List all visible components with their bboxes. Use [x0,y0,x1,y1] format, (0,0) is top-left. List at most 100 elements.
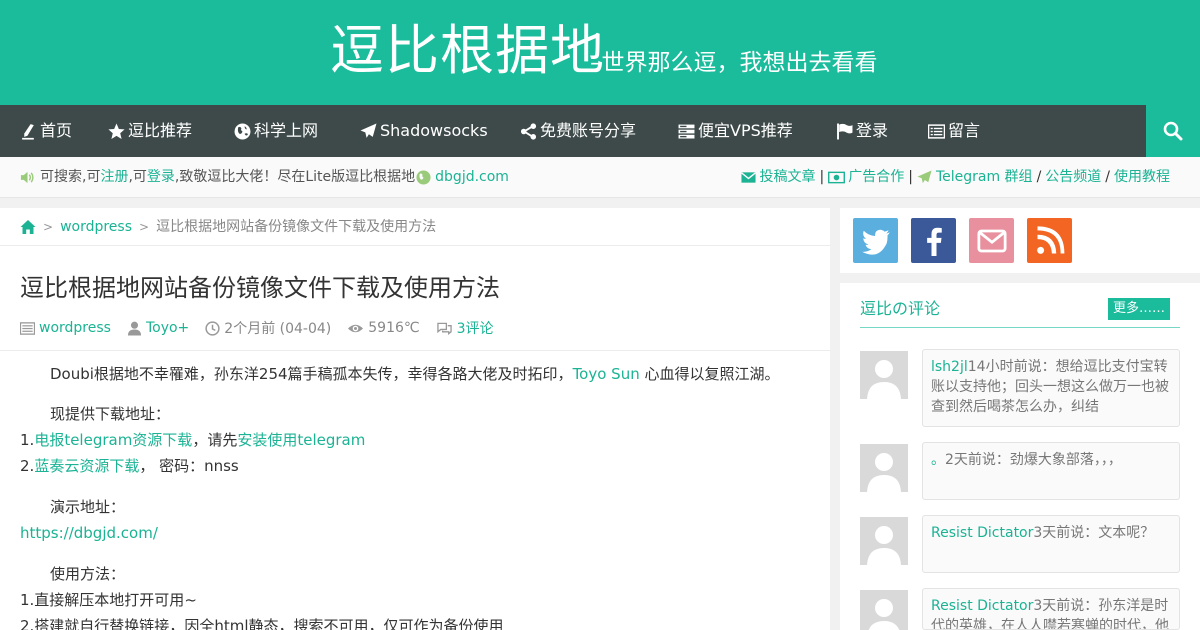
breadcrumb: > wordpress > 逗比根据地网站备份镜像文件下载及使用方法 [20,208,436,246]
paper-plane-icon [917,170,932,184]
money-icon [828,171,846,184]
nav-item-recommend[interactable]: 逗比推荐 [108,105,192,157]
twitter-button[interactable] [853,218,898,263]
divider [0,245,830,246]
article-panel: > wordpress > 逗比根据地网站备份镜像文件下载及使用方法 逗比根据地… [0,208,830,630]
envelope-icon [977,229,1006,252]
demo-url-link[interactable]: https://dbgjd.com/ [20,524,158,542]
site-header: 逗比根据地 –世界那么逗，我想出去看看 [0,0,1200,105]
twitter-icon [861,229,890,255]
telegram-download-link[interactable]: 电报telegram资源下载 [34,431,192,449]
server-icon [678,124,695,139]
toyo-sun-link[interactable]: Toyo Sun [573,365,640,383]
default-avatar-icon [860,517,908,565]
facebook-button[interactable] [911,218,956,263]
notice-bar: 可搜索,可 注册 ,可 登录 ,致敬逗比大佬！尽在Lite版逗比根据地 dbgj… [0,157,1200,198]
site-title[interactable]: 逗比根据地 [330,18,605,84]
comment-text: 2天前说：劲爆大象部落，，， [945,452,1122,468]
default-avatar-icon [860,351,908,399]
breadcrumb-separator: > [43,220,54,234]
comment-author[interactable]: lsh2jl [931,359,968,375]
avatar [860,351,908,399]
nav-label: 逗比推荐 [128,121,193,140]
usage-item: 1.直接解压本地打开可用~ [20,591,197,609]
avatar [860,590,908,630]
facebook-icon [926,227,942,256]
notice-text: 可搜索,可 [40,169,101,185]
download-item: 2.蓝奏云资源下载， 密码：nnss [20,454,239,478]
flag-icon [837,123,853,139]
text: 心血得以复照江湖。 [639,365,780,383]
nav-label: 登录 [856,121,889,140]
register-link[interactable]: 注册 [100,157,128,198]
globe-icon [416,170,431,185]
clock-icon [205,320,220,336]
paragraph: 现提供下载地址： [50,405,171,423]
notice-text: ,致敬逗比大佬！尽在Lite版逗比根据地 [174,169,416,185]
comment-bubble[interactable]: lsh2jl14小时前说：想给逗比支付宝转账以支持他；回头一想这么做万一也被查到… [922,349,1180,427]
avatar [860,517,908,565]
text: ， 密码：nnss [139,457,239,475]
nav-item-home[interactable]: 首页 [20,105,72,157]
nav-item-vps[interactable]: 便宜VPS推荐 [678,105,793,157]
breadcrumb-separator: > [139,220,150,234]
user-icon [127,321,142,336]
post-views: 5916℃ [368,320,420,336]
post-category-link[interactable]: wordpress [39,320,111,336]
separator: / [1036,169,1042,185]
divider [860,327,1180,328]
globe-icon [234,123,251,139]
eye-icon [348,324,364,332]
home-icon[interactable] [20,219,36,235]
separator: / [1105,169,1110,185]
paper-plane-icon [360,123,377,138]
main-nav: 首页 逗比推荐 科学上网 Shadowsocks 免费账号分享 便宜VPS推荐 … [0,105,1200,157]
post-author-link[interactable]: Toyo+ [146,320,189,336]
separator: | [908,169,913,185]
comment-bubble[interactable]: 。2天前说：劲爆大象部落，，， [922,442,1180,500]
recent-comments-widget: 逗比の评论 更多…… lsh2jl14小时前说：想给逗比支付宝转账以支持他；回头… [840,283,1200,630]
site-subtitle: –世界那么逗，我想出去看看 [590,50,878,76]
telegram-group-link[interactable]: Telegram 群组 [936,157,1033,198]
default-avatar-icon [860,590,908,630]
post-meta: wordpress Toyo+ 2个月前 (04-04) 5916℃ 3评论 [20,318,510,338]
search-icon [1163,121,1183,141]
tutorial-link[interactable]: 使用教程 [1114,157,1170,198]
comment-author[interactable]: 。 [931,452,945,468]
domain-link[interactable]: dbgjd.com [435,157,509,198]
notice-text: ,可 [128,169,147,185]
more-comments-button[interactable]: 更多…… [1108,298,1170,320]
nav-item-free-accounts[interactable]: 免费账号分享 [520,105,636,157]
nav-label: 首页 [40,121,73,140]
demo-link: https://dbgjd.com/ [20,521,158,545]
speaker-icon [20,171,34,184]
post-date: 2个月前 (04-04) [224,321,332,337]
nav-item-guestbook[interactable]: 留言 [928,105,980,157]
breadcrumb-category[interactable]: wordpress [60,208,132,246]
nav-label: 留言 [948,121,981,140]
default-avatar-icon [860,444,908,492]
lanzou-download-link[interactable]: 蓝奏云资源下载 [34,457,139,475]
comment-bubble[interactable]: Resist Dictator3天前说：孙东洋是时代的英雄，在人人噤若寒蝉的时代… [922,588,1180,630]
nav-item-science[interactable]: 科学上网 [234,105,318,157]
search-button[interactable] [1146,105,1200,157]
paragraph: Doubi根据地不幸罹难，孙东洋254篇手稿孤本失传，幸得各路大佬及时拓印，To… [20,362,780,386]
email-button[interactable] [969,218,1014,263]
comment-bubble[interactable]: Resist Dictator3天前说：文本呢？ [922,515,1180,573]
announcement-channel-link[interactable]: 公告频道 [1045,157,1101,198]
comment-author[interactable]: Resist Dictator [931,598,1033,614]
ad-cooperation-link[interactable]: 广告合作 [848,157,904,198]
submit-article-link[interactable]: 投稿文章 [760,157,816,198]
divider [0,350,830,351]
nav-item-login[interactable]: 登录 [836,105,888,157]
post-comments-link[interactable]: 3评论 [457,318,494,338]
nav-label: 免费账号分享 [540,121,637,140]
nav-label: Shadowsocks [380,121,488,140]
rss-button[interactable] [1027,218,1072,263]
login-link[interactable]: 登录 [147,157,175,198]
list-icon [20,321,35,335]
comments-icon [436,322,452,335]
install-telegram-link[interactable]: 安装使用telegram [237,431,365,449]
comment-author[interactable]: Resist Dictator [931,525,1033,541]
nav-item-shadowsocks[interactable]: Shadowsocks [360,105,488,157]
